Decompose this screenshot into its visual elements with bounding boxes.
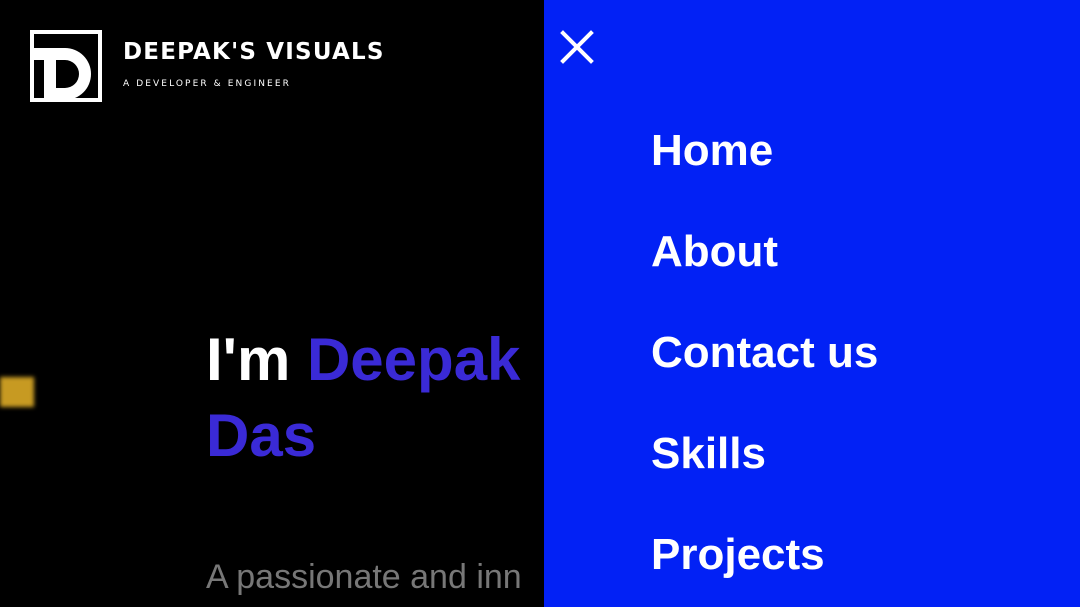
hero-title: I'm Deepak Das <box>206 322 546 474</box>
decorative-yellow-shape <box>0 377 34 407</box>
nav-list: Home About Contact us Skills Projects <box>651 100 878 605</box>
nav-link-about[interactable]: About <box>651 227 778 277</box>
nav-item-projects: Projects <box>651 504 878 605</box>
close-icon <box>560 30 594 64</box>
d-monogram-logo-icon <box>30 30 102 102</box>
logo-text: DEEPAK'S VISUALS A DEVELOPER & ENGINEER <box>123 39 385 89</box>
nav-link-skills[interactable]: Skills <box>651 429 766 479</box>
nav-item-skills: Skills <box>651 403 878 504</box>
nav-link-home[interactable]: Home <box>651 126 773 176</box>
nav-item-contact: Contact us <box>651 302 878 403</box>
nav-link-contact[interactable]: Contact us <box>651 328 878 378</box>
brand-tagline: A DEVELOPER & ENGINEER <box>123 79 291 89</box>
nav-item-home: Home <box>651 100 878 201</box>
page: DEEPAK'S VISUALS A DEVELOPER & ENGINEER … <box>0 0 1080 607</box>
hero-description: A passionate and inn <box>206 558 522 596</box>
site-logo[interactable]: DEEPAK'S VISUALS A DEVELOPER & ENGINEER <box>28 28 385 104</box>
close-menu-button[interactable] <box>560 30 594 64</box>
hero-intro: I'm <box>206 326 307 393</box>
brand-name: DEEPAK'S VISUALS <box>123 39 385 65</box>
nav-link-projects[interactable]: Projects <box>651 530 825 580</box>
nav-menu-panel: Home About Contact us Skills Projects <box>544 0 1080 607</box>
nav-item-about: About <box>651 201 878 302</box>
